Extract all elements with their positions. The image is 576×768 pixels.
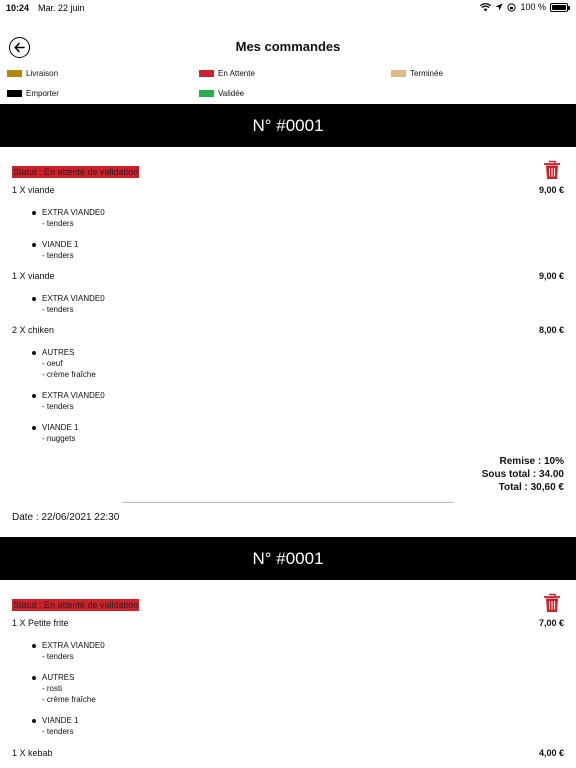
- legend-label: Livraison: [26, 69, 59, 78]
- trash-icon[interactable]: [543, 160, 561, 180]
- option-group: EXTRA VIANDE0: [32, 207, 105, 218]
- legend-swatch: [7, 70, 22, 77]
- legend-swatch: [7, 90, 22, 97]
- order-line-item: 1 X kebab 4,00 €: [12, 748, 564, 760]
- legend-item-terminee: Terminée: [391, 69, 443, 78]
- order-line-item: 1 X viande 9,00 €: [12, 271, 564, 283]
- option-group: AUTRES: [32, 347, 96, 358]
- item-price: 7,00 €: [538, 618, 564, 628]
- item-price: 4,00 €: [538, 748, 564, 758]
- option-detail: - tenders: [42, 305, 74, 314]
- location-icon: [495, 3, 503, 11]
- item-option: EXTRA VIANDE0 - tenders: [32, 293, 105, 315]
- item-name: 1 X viande: [12, 271, 55, 281]
- item-price: 8,00 €: [538, 325, 564, 335]
- legend-swatch: [199, 90, 214, 97]
- option-detail: - crème fraîche: [42, 370, 96, 379]
- option-detail: - crème fraîche: [42, 695, 96, 704]
- order-totals: Remise : 10% Sous total : 34.00 Total : …: [482, 455, 564, 494]
- order-number-banner[interactable]: N° #0001: [0, 104, 576, 147]
- item-option: VIANDE 1 - nuggets: [32, 422, 78, 444]
- option-group: EXTRA VIANDE0: [32, 293, 105, 304]
- order-date: Date : 22/06/2021 22:30: [12, 512, 120, 523]
- option-detail: - oeuf: [42, 359, 63, 368]
- page-title: Mes commandes: [235, 39, 341, 54]
- discount: Remise : 10%: [499, 456, 564, 467]
- option-detail: - tenders: [42, 219, 74, 228]
- legend-swatch: [391, 70, 406, 77]
- legend-item-emporter: Emporter: [7, 89, 59, 98]
- order-status-badge: Statut : En attente de validation: [12, 166, 140, 178]
- option-detail: - tenders: [42, 402, 74, 411]
- legend-swatch: [199, 70, 214, 77]
- item-price: 9,00 €: [538, 185, 564, 195]
- order-line-item: 2 X chiken 8,00 €: [12, 325, 564, 337]
- option-group: EXTRA VIANDE0: [32, 640, 105, 651]
- item-option: EXTRA VIANDE0 - tenders: [32, 390, 105, 412]
- order-status-badge: Statut : En attente de validation: [12, 599, 140, 611]
- order-number-banner[interactable]: N° #0001: [0, 537, 576, 580]
- legend-item-en-attente: En Attente: [199, 69, 255, 78]
- subtotal: Sous total : 34.00: [481, 469, 564, 480]
- status-legend: Livraison En Attente Terminée Emporter V…: [0, 67, 576, 101]
- battery-percent: 100 %: [520, 2, 546, 12]
- rotation-lock-icon: [507, 2, 517, 12]
- status-bar: 10:24 Mar. 22 juin 100 %: [0, 0, 576, 16]
- item-name: 1 X kebab: [12, 748, 53, 758]
- option-detail: - tenders: [42, 727, 74, 736]
- wifi-icon: [480, 2, 492, 11]
- total: Total : 30,60 €: [498, 482, 564, 493]
- item-name: 2 X chiken: [12, 325, 55, 335]
- legend-label: Emporter: [26, 89, 59, 98]
- divider: [122, 502, 454, 503]
- status-time: 10:24: [6, 3, 30, 13]
- option-detail: - rosti: [42, 684, 62, 693]
- option-group: EXTRA VIANDE0: [32, 390, 105, 401]
- option-detail: - tenders: [42, 251, 74, 260]
- item-option: VIANDE 1 - tenders: [32, 715, 78, 737]
- item-option: EXTRA VIANDE0 - tenders: [32, 640, 105, 662]
- item-option: VIANDE 1 - tenders: [32, 239, 78, 261]
- order-line-item: 1 X Petite frite 7,00 €: [12, 618, 564, 630]
- legend-item-livraison: Livraison: [7, 69, 58, 78]
- option-group: AUTRES: [32, 672, 96, 683]
- legend-label: Validée: [218, 89, 245, 98]
- option-group: VIANDE 1: [32, 715, 78, 726]
- option-group: VIANDE 1: [32, 239, 78, 250]
- trash-icon[interactable]: [543, 593, 561, 613]
- order-line-item: 1 X viande 9,00 €: [12, 185, 564, 197]
- battery-icon: [550, 2, 570, 12]
- legend-label: En Attente: [218, 69, 255, 78]
- item-option: AUTRES - rosti - crème fraîche: [32, 672, 96, 705]
- option-group: VIANDE 1: [32, 422, 78, 433]
- status-date: Mar. 22 juin: [38, 3, 85, 13]
- item-option: AUTRES - oeuf - crème fraîche: [32, 347, 96, 380]
- option-detail: - tenders: [42, 652, 74, 661]
- legend-label: Terminée: [410, 69, 443, 78]
- option-detail: - nuggets: [42, 434, 76, 443]
- legend-item-validee: Validée: [199, 89, 244, 98]
- item-option: EXTRA VIANDE0 - tenders: [32, 207, 105, 229]
- item-price: 9,00 €: [538, 271, 564, 281]
- item-name: 1 X Petite frite: [12, 618, 69, 628]
- header: Mes commandes: [0, 30, 576, 64]
- status-indicators: 100 %: [480, 2, 570, 12]
- item-name: 1 X viande: [12, 185, 55, 195]
